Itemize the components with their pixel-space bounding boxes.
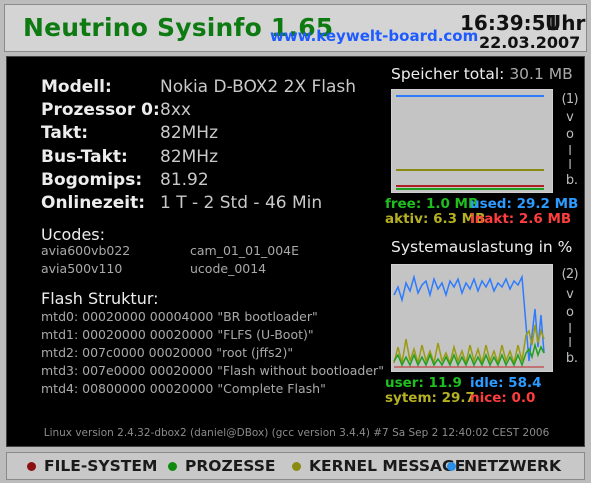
- load-nice: nice: 0.0: [470, 390, 536, 406]
- green-dot-icon: [168, 461, 177, 471]
- prozesse-button[interactable]: PROZESSE: [168, 457, 276, 475]
- load-graph: [391, 264, 553, 372]
- clock-date: 22.03.2007: [479, 33, 581, 52]
- memory-graph: [391, 89, 553, 193]
- memory-total: 30.1 MB: [509, 65, 573, 83]
- yellow-dot-icon: [292, 461, 301, 471]
- memory-title: Speicher total: 30.1 MB: [391, 65, 573, 83]
- site-url: www.keywelt-board.com: [270, 27, 479, 45]
- ucode-item: avia600vb022: [41, 243, 131, 258]
- kernel-message-label: KERNEL MESSAGE: [309, 457, 466, 475]
- ucode-item: ucode_0014: [190, 261, 267, 276]
- onlinezeit-value: 1 T - 2 Std - 46 Min: [160, 193, 323, 213]
- bus-takt-value: 82MHz: [160, 147, 219, 167]
- memory-side-char: .: [573, 173, 579, 188]
- memory-graph-svg: [396, 95, 544, 190]
- flash-item: mtd1: 00020000 00020000 "FLFS (U-Boot)": [41, 327, 314, 342]
- ucode-item: cam_01_01_004E: [190, 243, 300, 258]
- load-side-char: ): [573, 267, 579, 282]
- flash-item: mtd2: 007c0000 00020000 "root (jffs2)": [41, 345, 294, 360]
- takt-label: Takt:: [41, 123, 89, 143]
- memory-title-label: Speicher total:: [391, 65, 505, 83]
- bus-takt-label: Bus-Takt:: [41, 147, 128, 167]
- load-system: sytem: 29.7: [385, 390, 475, 406]
- memory-side-char: ): [573, 92, 579, 107]
- ucodes-title: Ucodes:: [41, 225, 106, 244]
- bogomips-value: 81.92: [160, 170, 209, 190]
- load-idle: idle: 58.4: [470, 375, 542, 391]
- netzwerk-label: NETZWERK: [464, 457, 562, 475]
- file-system-label: FILE-SYSTEM: [44, 457, 158, 475]
- ucode-item: avia500v110: [41, 261, 123, 276]
- footer-bar: FILE-SYSTEM PROZESSE KERNEL MESSAGE NETZ…: [6, 452, 585, 480]
- load-title: Systemauslastung in %: [391, 238, 573, 256]
- main-panel: Modell: Nokia D-BOX2 2X Flash Prozessor …: [6, 56, 585, 447]
- load-side-char: o: [566, 305, 574, 320]
- kernel-message-button[interactable]: KERNEL MESSAGE: [292, 457, 465, 475]
- netzwerk-button[interactable]: NETZWERK: [447, 457, 561, 475]
- onlinezeit-label: Onlinezeit:: [41, 193, 146, 213]
- memory-used: used: 29.2 MB: [470, 196, 579, 212]
- takt-value: 82MHz: [160, 123, 219, 143]
- clock-unit: Uhr: [545, 11, 586, 35]
- memory-free: free: 1.0 MB: [385, 196, 479, 212]
- memory-inakt: inakt: 2.6 MB: [470, 211, 572, 227]
- flash-title: Flash Struktur:: [41, 289, 159, 308]
- flash-item: mtd3: 007e0000 00020000 "Flash without b…: [41, 363, 384, 378]
- blue-dot-icon: [447, 461, 456, 471]
- load-side-char: v: [566, 287, 574, 302]
- load-user: user: 11.9: [385, 375, 462, 391]
- memory-side-char: o: [566, 127, 574, 142]
- header-bar: Neutrino Sysinfo 1.65 www.keywelt-board.…: [4, 4, 587, 52]
- kernel-version: Linux version 2.4.32-dbox2 (daniel@DBox)…: [43, 427, 550, 439]
- load-side-char: .: [573, 351, 579, 366]
- red-dot-icon: [27, 461, 36, 471]
- bogomips-label: Bogomips:: [41, 170, 143, 190]
- prozessor-label: Prozessor 0:: [41, 100, 160, 120]
- modell-value: Nokia D-BOX2 2X Flash: [160, 77, 357, 97]
- load-graph-svg: [393, 274, 545, 368]
- memory-side-char: v: [566, 110, 574, 125]
- flash-item: mtd0: 00020000 00004000 "BR bootloader": [41, 309, 318, 324]
- prozessor-value: 8xx: [160, 100, 191, 120]
- modell-label: Modell:: [41, 77, 112, 97]
- flash-item: mtd4: 00800000 00020000 "Complete Flash": [41, 381, 326, 396]
- file-system-button[interactable]: FILE-SYSTEM: [27, 457, 157, 475]
- prozesse-label: PROZESSE: [185, 457, 276, 475]
